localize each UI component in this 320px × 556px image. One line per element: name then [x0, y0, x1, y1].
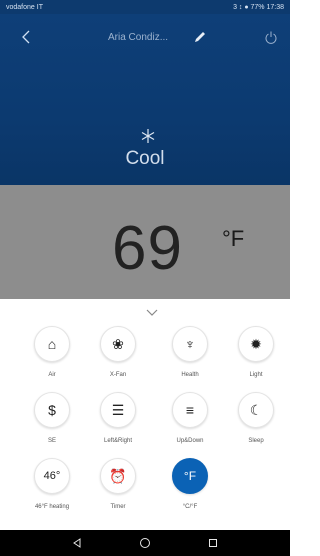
control-timer-label: Timer — [110, 504, 126, 510]
control-46f-heating-label: 46°F heating — [34, 504, 70, 510]
left-right-swing-icon[interactable]: ☰ — [100, 392, 136, 428]
control-46f-heating[interactable]: 46° 46°F heating — [22, 458, 82, 510]
up-down-swing-icon[interactable]: ≡ — [172, 392, 208, 428]
dollar-icon[interactable]: $ — [34, 392, 70, 428]
home-icon[interactable] — [139, 537, 151, 549]
control-temp-unit[interactable]: °F °C/°F — [160, 458, 220, 510]
timer-icon[interactable]: ⏰ — [100, 458, 136, 494]
status-right-text: 3 ↕ ● 77% 17:38 — [233, 3, 284, 11]
chevron-down-icon[interactable] — [145, 308, 159, 317]
control-sleep-label: Sleep — [248, 438, 264, 444]
control-light[interactable]: ✹ Light — [226, 326, 286, 378]
temperature-value: 69 — [112, 214, 183, 283]
control-sleep[interactable]: ☾ Sleep — [226, 392, 286, 444]
control-up-down[interactable]: ≡ Up&Down — [160, 392, 220, 444]
control-light-label: Light — [249, 372, 263, 378]
back-icon[interactable] — [20, 30, 32, 44]
system-nav-bar — [0, 530, 290, 556]
device-title: Aria Condiz... — [108, 32, 169, 43]
control-air-label: Air — [48, 372, 56, 378]
control-air[interactable]: ⌂ Air — [22, 326, 82, 378]
control-x-fan[interactable]: ❀ X-Fan — [88, 326, 148, 378]
carrier-text: vodafone IT — [6, 3, 43, 11]
edit-icon[interactable] — [193, 30, 207, 44]
control-temp-unit-label: °C/°F — [182, 504, 198, 510]
control-left-right-label: Left&Right — [103, 438, 133, 444]
control-se[interactable]: $ SE — [22, 392, 82, 444]
controls-grid: ⌂ Air ❀ X-Fan ♆ Health ✹ Light $ SE ☰ Le… — [0, 326, 290, 526]
heating-46-icon[interactable]: 46° — [34, 458, 70, 494]
air-mode-icon[interactable]: ⌂ — [34, 326, 70, 362]
control-se-label: SE — [47, 438, 56, 444]
control-up-down-label: Up&Down — [176, 438, 204, 444]
control-x-fan-label: X-Fan — [109, 372, 127, 378]
control-health-label: Health — [181, 372, 199, 378]
sleep-icon[interactable]: ☾ — [238, 392, 274, 428]
back-icon[interactable] — [71, 537, 83, 549]
recent-apps-icon[interactable] — [207, 537, 219, 549]
fan-icon[interactable]: ❀ — [100, 326, 136, 362]
control-left-right[interactable]: ☰ Left&Right — [88, 392, 148, 444]
control-health[interactable]: ♆ Health — [160, 326, 220, 378]
temperature-unit: °F — [222, 226, 245, 251]
health-icon[interactable]: ♆ — [172, 326, 208, 362]
power-icon[interactable] — [264, 30, 278, 44]
light-icon[interactable]: ✹ — [238, 326, 274, 362]
status-bar: vodafone IT 3 ↕ ● 77% 17:38 — [0, 0, 290, 14]
temp-unit-icon[interactable]: °F — [172, 458, 208, 494]
control-timer[interactable]: ⏰ Timer — [88, 458, 148, 510]
mode-label[interactable]: Cool — [0, 148, 290, 170]
snowflake-icon — [141, 129, 155, 143]
